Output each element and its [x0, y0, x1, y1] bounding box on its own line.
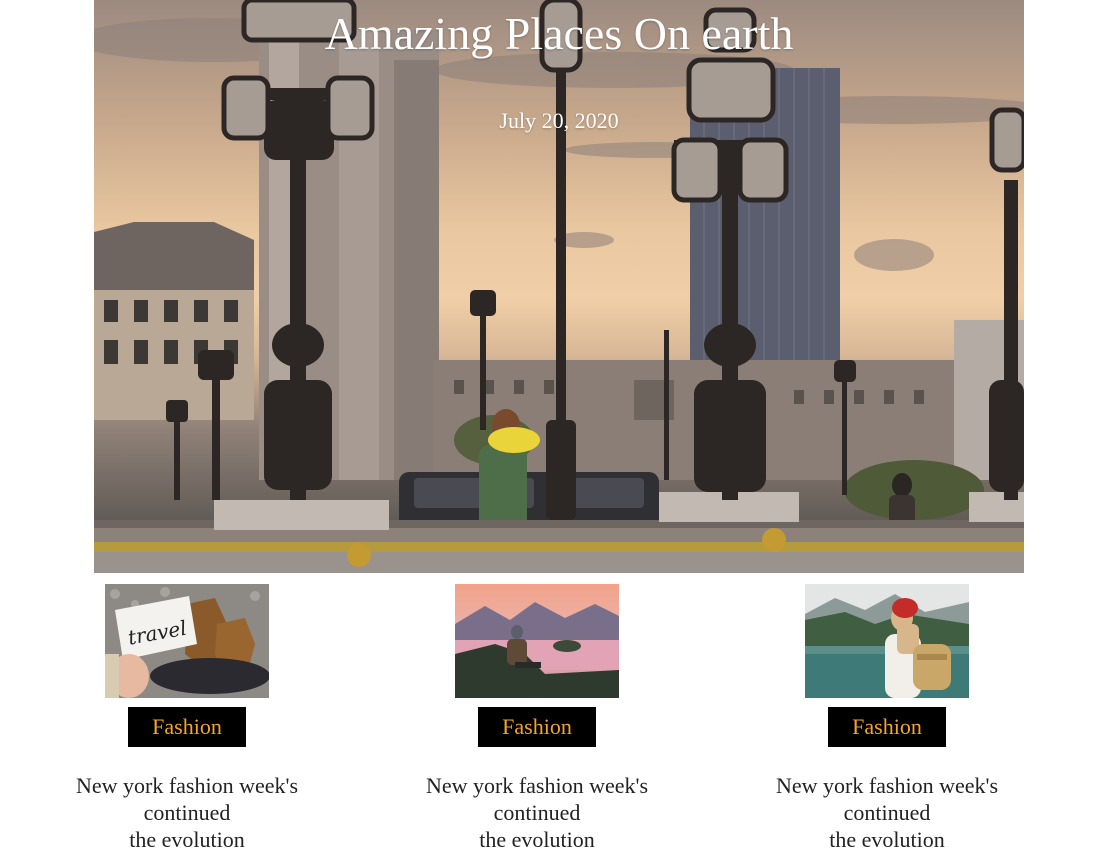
caption-line: continued: [493, 800, 581, 825]
caption-line: the evolution: [829, 827, 945, 852]
caption-line: continued: [843, 800, 931, 825]
category-tag[interactable]: Fashion: [128, 707, 246, 747]
caption-line: New york fashion week's: [425, 773, 649, 798]
caption-line: New york fashion week's: [775, 773, 999, 798]
hero-banner: Amazing Places On earth July 20, 2020: [94, 0, 1024, 573]
card-image[interactable]: [455, 584, 619, 698]
card-caption[interactable]: New york fashion week's continued the ev…: [765, 772, 1009, 853]
hero-image: [94, 0, 1024, 573]
caption-line: the evolution: [479, 827, 595, 852]
hero-date: July 20, 2020: [499, 108, 619, 133]
article-card[interactable]: travel Fashion New york fashion week's c…: [65, 584, 309, 853]
article-card[interactable]: Fashion New york fashion week's continue…: [765, 584, 1009, 853]
card-image[interactable]: travel: [105, 584, 269, 698]
article-card[interactable]: Fashion New york fashion week's continue…: [415, 584, 659, 853]
caption-line: the evolution: [129, 827, 245, 852]
caption-line: continued: [143, 800, 231, 825]
caption-line: New york fashion week's: [75, 773, 299, 798]
card-image[interactable]: [805, 584, 969, 698]
card-caption[interactable]: New york fashion week's continued the ev…: [65, 772, 309, 853]
card-caption[interactable]: New york fashion week's continued the ev…: [415, 772, 659, 853]
category-tag[interactable]: Fashion: [478, 707, 596, 747]
hero-title: Amazing Places On earth: [324, 8, 794, 59]
category-tag[interactable]: Fashion: [828, 707, 946, 747]
